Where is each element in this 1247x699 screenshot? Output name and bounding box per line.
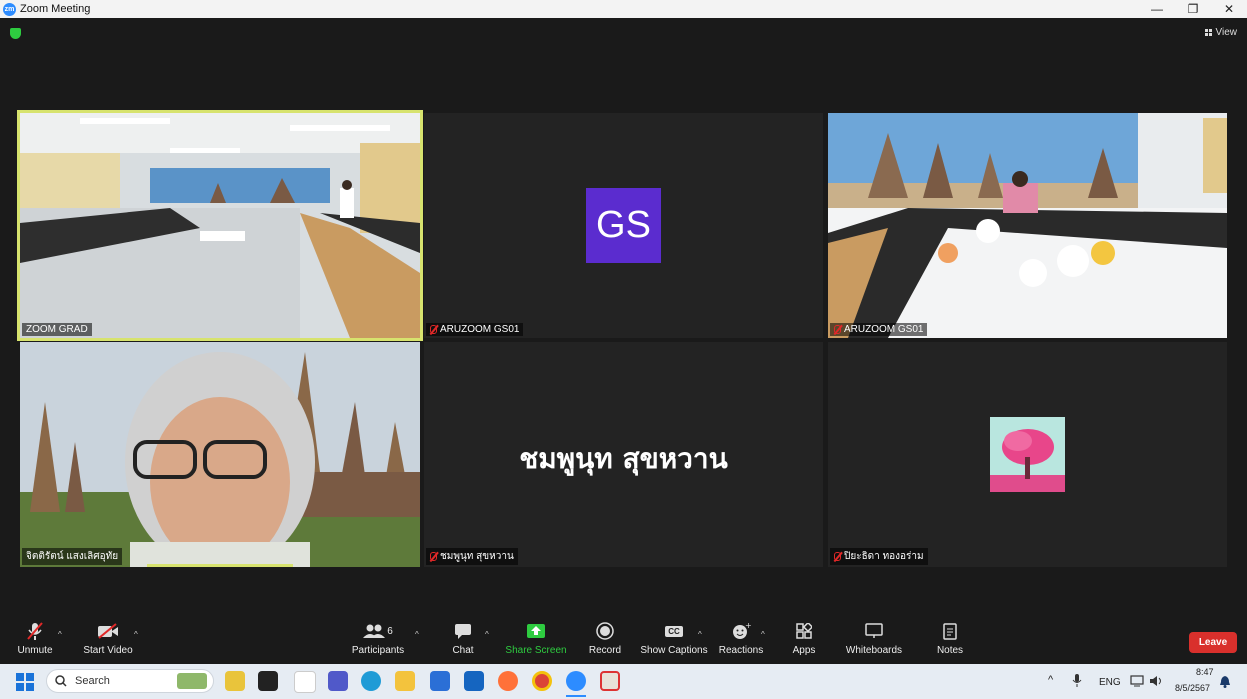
record-icon <box>596 622 614 640</box>
chat-button[interactable]: Chat <box>450 620 476 664</box>
mic-muted-icon <box>27 622 43 640</box>
title-bar: zm Zoom Meeting — ❐ ✕ <box>0 0 1247 18</box>
svg-text:+: + <box>745 622 751 630</box>
show-captions-button[interactable]: CC Show Captions <box>640 620 708 664</box>
view-label: View <box>1215 27 1238 38</box>
participant-name-label: ปิยะธิดา ทองอร่าม <box>830 548 928 565</box>
windows-start-icon[interactable] <box>16 673 34 691</box>
record-button[interactable]: Record <box>588 620 622 664</box>
share-screen-icon <box>527 624 545 638</box>
whiteboard-icon <box>865 623 883 638</box>
camera-off-icon <box>98 623 118 639</box>
notes-button[interactable]: Notes <box>935 620 965 664</box>
security-shield-icon[interactable] <box>10 28 21 39</box>
chat-options-caret[interactable]: ^ <box>485 630 489 639</box>
volume-icon[interactable] <box>1149 675 1163 687</box>
captions-options-caret[interactable]: ^ <box>698 630 702 639</box>
windows-taskbar: Search ^ ENG 8:47 8/5/2567 <box>0 664 1247 699</box>
tree-avatar-image <box>990 417 1065 492</box>
microsoft-store-icon[interactable] <box>430 671 450 691</box>
search-icon <box>55 675 67 687</box>
zoom-logo-icon: zm <box>3 2 16 16</box>
participant-name-label: จิตติรัตน์ แสงเลิศอุทัย <box>22 548 123 565</box>
participant-initials-avatar: GS <box>586 188 661 263</box>
task-view-icon[interactable] <box>258 671 278 691</box>
reactions-icon: + <box>733 622 751 639</box>
share-screen-button[interactable]: Share Screen <box>505 620 567 664</box>
video-options-caret[interactable]: ^ <box>134 630 138 639</box>
nba-app-icon[interactable] <box>294 671 316 693</box>
video-tile-zoom-grad[interactable]: ZOOM GRAD <box>17 110 423 341</box>
participants-button[interactable]: 6 Participants <box>350 620 406 664</box>
clock-date[interactable]: 8/5/2567 <box>1175 683 1210 693</box>
minimize-button[interactable]: — <box>1139 0 1175 18</box>
active-speaker-bar <box>147 564 293 567</box>
active-app-indicator <box>566 695 586 697</box>
apps-icon <box>796 623 812 639</box>
participants-options-caret[interactable]: ^ <box>415 630 419 639</box>
participant-name-label: ARUZOOM GS01 <box>426 323 524 336</box>
view-button[interactable]: View <box>1204 27 1238 38</box>
window-title: Zoom Meeting <box>20 3 91 15</box>
mic-muted-icon <box>834 552 841 561</box>
audio-options-caret[interactable]: ^ <box>58 630 62 639</box>
reactions-options-caret[interactable]: ^ <box>761 630 765 639</box>
mic-muted-icon <box>430 325 437 334</box>
video-tile-chompunut[interactable]: ชมพูนุท สุขหวาน ชมพูนุท สุขหวาน <box>424 342 823 567</box>
copilot-app-icon[interactable] <box>225 671 245 691</box>
unmute-button[interactable]: Unmute <box>14 620 56 664</box>
edge-browser-icon[interactable] <box>361 671 381 691</box>
video-tile-jittirat[interactable]: จิตติรัตน์ แสงเลิศอุทัย <box>20 342 420 567</box>
start-video-button[interactable]: Start Video <box>82 620 134 664</box>
search-highlight-image <box>177 673 207 689</box>
show-hidden-icons-caret[interactable]: ^ <box>1048 674 1053 686</box>
restore-button[interactable]: ❐ <box>1175 0 1211 18</box>
mic-muted-icon <box>834 325 841 334</box>
participant-display-name: ชมพูนุท สุขหวาน <box>519 442 728 475</box>
firefox-browser-icon[interactable] <box>498 671 518 691</box>
teams-app-icon[interactable] <box>328 671 348 691</box>
microphone-tray-icon[interactable] <box>1072 674 1082 688</box>
notes-icon <box>943 622 957 640</box>
participant-name-label: ARUZOOM GS01 <box>830 323 928 336</box>
meeting-toolbar: Unmute ^ Start Video ^ 6 Participants ^ … <box>0 620 1247 664</box>
chrome-browser-icon[interactable] <box>532 671 552 691</box>
meeting-room-video <box>20 113 420 338</box>
reactions-button[interactable]: + Reactions <box>719 620 763 664</box>
video-tile-aruzoom-gs01-avatar[interactable]: GS ARUZOOM GS01 <box>424 113 823 338</box>
clock-time[interactable]: 8:47 <box>1196 667 1214 677</box>
close-button[interactable]: ✕ <box>1211 0 1247 18</box>
captions-icon: CC <box>665 625 683 637</box>
meeting-room-video-2 <box>828 113 1227 338</box>
file-explorer-icon[interactable] <box>395 671 415 691</box>
leave-button[interactable]: Leave <box>1189 632 1237 653</box>
mail-app-icon[interactable] <box>464 671 484 691</box>
grid-icon <box>1204 29 1212 36</box>
participant-name-label: ชมพูนุท สุขหวาน <box>426 548 518 565</box>
video-tile-piyathida[interactable]: ปิยะธิดา ทองอร่าม <box>828 342 1227 567</box>
participant-video <box>20 342 420 567</box>
chat-icon <box>455 624 471 639</box>
participant-name-label: ZOOM GRAD <box>22 323 92 336</box>
apps-button[interactable]: Apps <box>790 620 818 664</box>
network-icon[interactable] <box>1130 675 1144 687</box>
video-tile-aruzoom-gs01[interactable]: ARUZOOM GS01 <box>828 113 1227 338</box>
pdf-app-icon[interactable] <box>600 671 620 691</box>
search-placeholder: Search <box>75 675 110 687</box>
whiteboards-button[interactable]: Whiteboards <box>845 620 903 664</box>
taskbar-search-box[interactable]: Search <box>46 669 214 693</box>
mic-muted-icon <box>430 552 437 561</box>
language-indicator[interactable]: ENG <box>1099 677 1121 688</box>
zoom-taskbar-icon[interactable] <box>566 671 586 691</box>
notification-bell-icon[interactable] <box>1219 675 1231 688</box>
participants-icon <box>363 624 386 638</box>
